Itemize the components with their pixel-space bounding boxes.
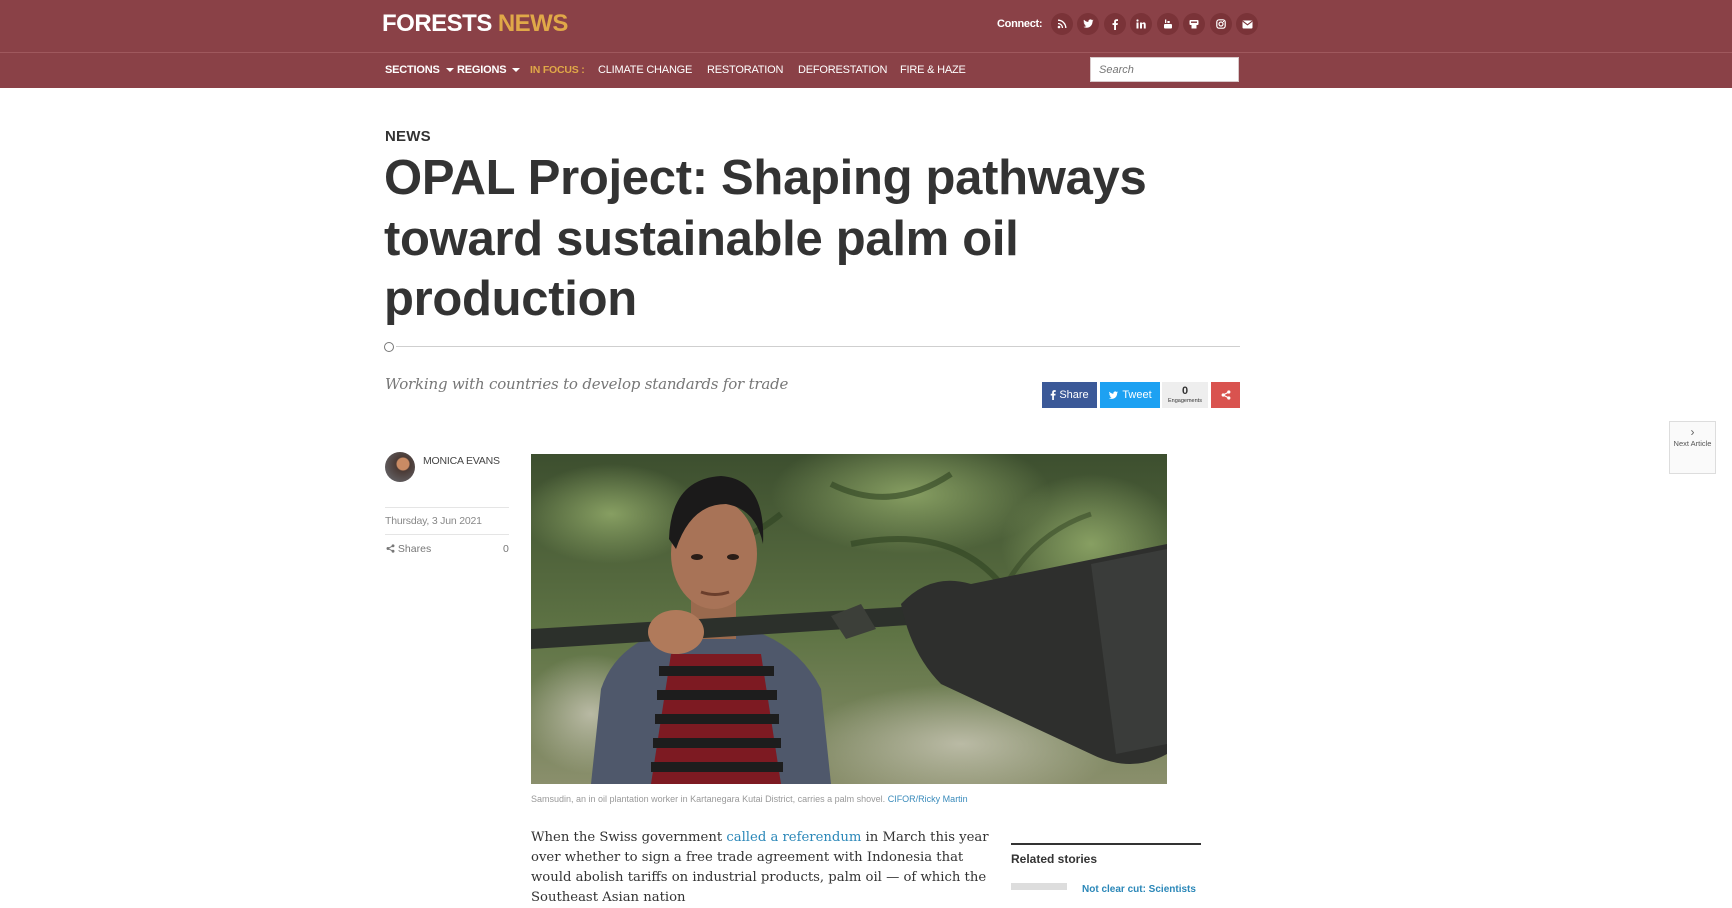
- search-input[interactable]: [1090, 57, 1239, 82]
- email-icon[interactable]: [1236, 13, 1259, 35]
- nav-sections-label: SECTIONS: [385, 64, 440, 76]
- twitter-share-label: Tweet: [1122, 389, 1152, 401]
- article-title: OPAL Project: Shaping pathways toward su…: [384, 151, 1147, 326]
- article-subtitle: Working with countries to develop standa…: [385, 375, 789, 393]
- related-story-thumbnail[interactable]: [1011, 883, 1067, 890]
- nav-deforestation[interactable]: DEFORESTATION: [798, 53, 887, 88]
- share-icon: [1221, 390, 1230, 400]
- article-category[interactable]: NEWS: [385, 128, 431, 145]
- author-avatar[interactable]: [385, 452, 415, 482]
- nav-regions-dropdown[interactable]: REGIONS: [457, 53, 521, 88]
- meta-divider: [385, 507, 509, 508]
- more-share-button[interactable]: [1211, 382, 1240, 408]
- hero-photo: [531, 454, 1167, 784]
- instagram-icon[interactable]: [1209, 13, 1232, 35]
- nav-fire-haze[interactable]: FIRE & HAZE: [900, 53, 966, 88]
- shares-label: Shares: [397, 543, 432, 555]
- nav-climate-change[interactable]: CLIMATE CHANGE: [598, 53, 692, 88]
- next-article-button[interactable]: › Next Article: [1669, 421, 1716, 474]
- article-body-paragraph: When the Swiss government called a refer…: [531, 828, 1001, 908]
- photo-credit-link[interactable]: CIFOR/Ricky Martin: [888, 794, 968, 804]
- title-rule-dot: [384, 342, 394, 352]
- related-stories-heading: Related stories: [1011, 852, 1098, 866]
- engagements-label: Engagements: [1168, 397, 1202, 404]
- publish-date: Thursday, 3 Jun 2021: [385, 515, 482, 527]
- connect-label: Connect:: [997, 18, 1043, 30]
- referendum-link[interactable]: called a referendum: [726, 830, 861, 845]
- twitter-icon[interactable]: [1077, 13, 1100, 35]
- in-focus-label: IN FOCUS :: [530, 64, 585, 76]
- shares-count: 0: [503, 543, 509, 555]
- linkedin-icon[interactable]: [1130, 13, 1153, 35]
- caret-down-icon: [512, 68, 521, 73]
- body-text-start: When the Swiss government: [531, 830, 727, 845]
- rss-icon[interactable]: [1050, 13, 1073, 35]
- nav-regions-label: REGIONS: [457, 64, 507, 76]
- engagements-counter: 0 Engagements: [1162, 382, 1208, 408]
- facebook-share-label: Share: [1059, 389, 1089, 401]
- site-header: FORESTS NEWS Connect:: [0, 0, 1732, 53]
- logo-forests: FORESTS: [382, 10, 492, 37]
- site-logo[interactable]: FORESTS NEWS: [382, 10, 568, 38]
- podcast-icon[interactable]: [1183, 13, 1206, 35]
- main-nav: SECTIONS REGIONS IN FOCUS : CLIMATE CHAN…: [0, 53, 1732, 88]
- share-icon: [386, 544, 395, 553]
- chevron-right-icon: ›: [1690, 425, 1695, 439]
- title-divider: [396, 346, 1240, 347]
- related-divider: [1011, 843, 1201, 845]
- twitter-share-button[interactable]: Tweet: [1100, 382, 1160, 408]
- photo-caption: Samsudin, an in oil plantation worker in…: [531, 794, 968, 804]
- connect-bar: Connect:: [997, 13, 1259, 35]
- youtube-icon[interactable]: [1156, 13, 1179, 35]
- meta-divider: [385, 534, 509, 535]
- caption-text: Samsudin, an in oil plantation worker in…: [531, 794, 886, 804]
- facebook-icon[interactable]: [1103, 13, 1126, 35]
- engagements-count: 0: [1181, 384, 1189, 397]
- twitter-icon: [1109, 390, 1119, 399]
- author-name[interactable]: MONICA EVANS: [423, 455, 500, 467]
- logo-news: NEWS: [497, 10, 569, 37]
- facebook-share-button[interactable]: Share: [1042, 382, 1097, 408]
- nav-restoration[interactable]: RESTORATION: [707, 53, 783, 88]
- nav-sections-dropdown[interactable]: SECTIONS: [385, 53, 454, 88]
- shares-meta: Shares: [386, 543, 431, 555]
- facebook-icon: [1051, 390, 1057, 400]
- caret-down-icon: [445, 68, 454, 73]
- next-article-label: Next Article: [1673, 439, 1712, 449]
